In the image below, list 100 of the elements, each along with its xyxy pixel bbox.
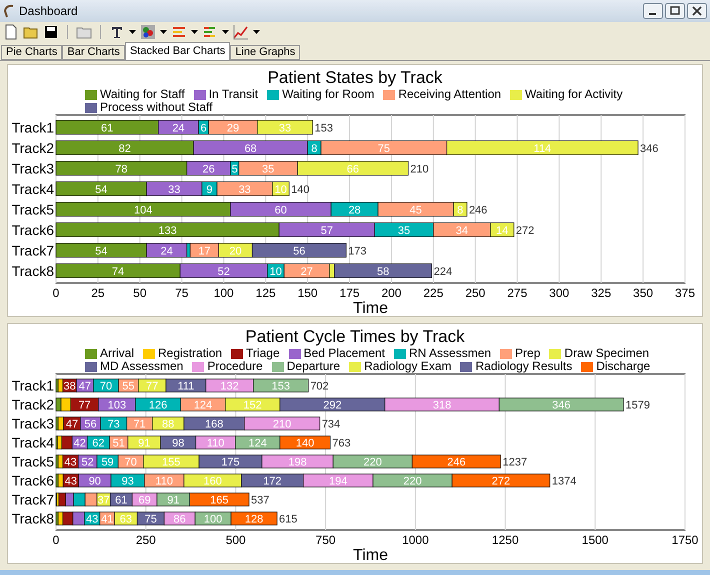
legend-label: Draw Specimen: [564, 347, 650, 360]
tick-label: 750: [316, 533, 336, 547]
bar-segment: 175: [198, 454, 262, 468]
tick-label: 275: [507, 286, 528, 300]
tick-label: 125: [256, 286, 276, 300]
bar-segment: 210: [244, 416, 320, 430]
legend-label: Receiving Attention: [398, 88, 502, 101]
tick-label: 225: [423, 286, 444, 300]
tick-label: 1750: [672, 533, 698, 547]
bar-segment: 10: [267, 263, 284, 278]
bar-segment: 37: [96, 492, 111, 506]
bar-segment: 91: [156, 492, 190, 506]
bar-segment: 77: [138, 378, 166, 392]
bar-segment: 110: [144, 474, 184, 488]
legend-label: Arrival: [100, 347, 134, 360]
bar-segment: 62: [86, 436, 110, 450]
legend-label: Waiting for Staff: [100, 88, 185, 101]
legend-label: Discharge: [596, 360, 650, 373]
bar-segment: 9: [202, 181, 218, 196]
tick-label: 75: [175, 286, 188, 300]
tick-label: 0: [52, 286, 60, 300]
bar-segment: 57: [278, 222, 375, 238]
bar-segment: 91: [128, 436, 161, 450]
tick-label: 1500: [582, 533, 608, 547]
bar-segment: 75: [320, 140, 448, 156]
total-label: 246: [468, 204, 488, 216]
bar-segment: 100: [194, 512, 232, 526]
bar-segment: 69: [132, 492, 158, 506]
category-label: Track1: [12, 378, 54, 394]
bar-segment: 152: [224, 398, 280, 412]
category-label: Track6: [12, 222, 54, 238]
bar-segment: 124: [180, 398, 226, 412]
bar-segment: 110: [196, 436, 236, 450]
legend-label: Radiology Results: [475, 360, 572, 373]
category-label: Track8: [12, 262, 54, 279]
bar-segment: 168: [184, 416, 245, 430]
category-label: Track7: [12, 492, 54, 508]
tick-label: 500: [226, 533, 246, 547]
bar-segment: 38: [62, 378, 77, 392]
tick-label: 375: [674, 286, 696, 300]
tick-label: 250: [465, 286, 486, 300]
bar-segment: 51: [109, 436, 128, 450]
tick-label: 1250: [492, 533, 519, 547]
bar-segment: 52: [78, 454, 98, 468]
tick-label: 350: [633, 286, 654, 300]
total-label: 1374: [552, 476, 576, 488]
bar-segment: 34: [433, 222, 491, 238]
bar-segment: 124: [235, 436, 280, 450]
total-label: 1579: [626, 400, 650, 412]
bar-segment: 220: [372, 474, 452, 488]
window-title: Dashboard: [19, 3, 78, 20]
bar-segment: 70: [118, 454, 144, 468]
legend-label: Triage: [246, 347, 280, 360]
bar-segment: 43: [62, 454, 79, 468]
legend-label: Process without Staff: [100, 101, 212, 114]
bar-segment: 56: [252, 242, 346, 258]
tick-label: 0: [52, 533, 60, 547]
category-label: Track2: [12, 396, 54, 412]
category-label: Track6: [12, 472, 54, 488]
bar-segment: 160: [184, 474, 242, 488]
total-label: 224: [434, 266, 452, 278]
total-label: 615: [279, 514, 298, 526]
chart-title: Patient Cycle Times by Track: [245, 327, 465, 347]
bar-segment: 29: [208, 120, 258, 135]
total-label: 210: [410, 163, 429, 176]
legend-label: In Transit: [208, 88, 258, 101]
axis-title: Time: [353, 300, 388, 316]
total-label: 272: [516, 224, 534, 237]
bar-segment: 14: [490, 222, 514, 238]
bar-segment: 220: [332, 454, 412, 468]
bar-segment: 28: [330, 202, 378, 217]
bar-segment: 47: [63, 416, 81, 430]
bar-segment: 17: [190, 242, 219, 258]
bar-segment: 66: [297, 160, 409, 176]
legend-label: Departure: [286, 360, 340, 373]
legend-label: Registration: [158, 347, 222, 360]
bar-segment: 82: [56, 140, 194, 156]
legend-label: MD Assessmen: [100, 360, 184, 373]
bar-segment: 246: [412, 454, 501, 468]
bar-segment: 140: [280, 436, 331, 450]
bar-segment: 58: [334, 263, 432, 278]
bar-segment: 104: [56, 202, 231, 217]
bar-segment: 73: [100, 416, 128, 430]
tick-label: 25: [91, 286, 105, 300]
bar-segment: 47: [76, 378, 94, 392]
category-label: Track5: [12, 454, 54, 470]
bar-segment: 41: [100, 512, 115, 526]
bar-segment: 63: [114, 512, 138, 526]
bar-segment: 74: [56, 263, 180, 278]
bar-segment: 93: [110, 474, 145, 488]
legend-label: Bed Placement: [304, 347, 386, 360]
bar-segment: 26: [186, 160, 231, 176]
bar-segment: 56: [80, 416, 101, 430]
bar-segment: 153: [253, 378, 309, 392]
bar-segment: 42: [72, 436, 88, 450]
total-label: 702: [310, 380, 329, 392]
bar-segment: 165: [189, 492, 250, 506]
bar-segment: 126: [135, 398, 182, 412]
bar-segment: 27: [284, 263, 330, 278]
legend-label: Waiting for Activity: [525, 88, 623, 101]
